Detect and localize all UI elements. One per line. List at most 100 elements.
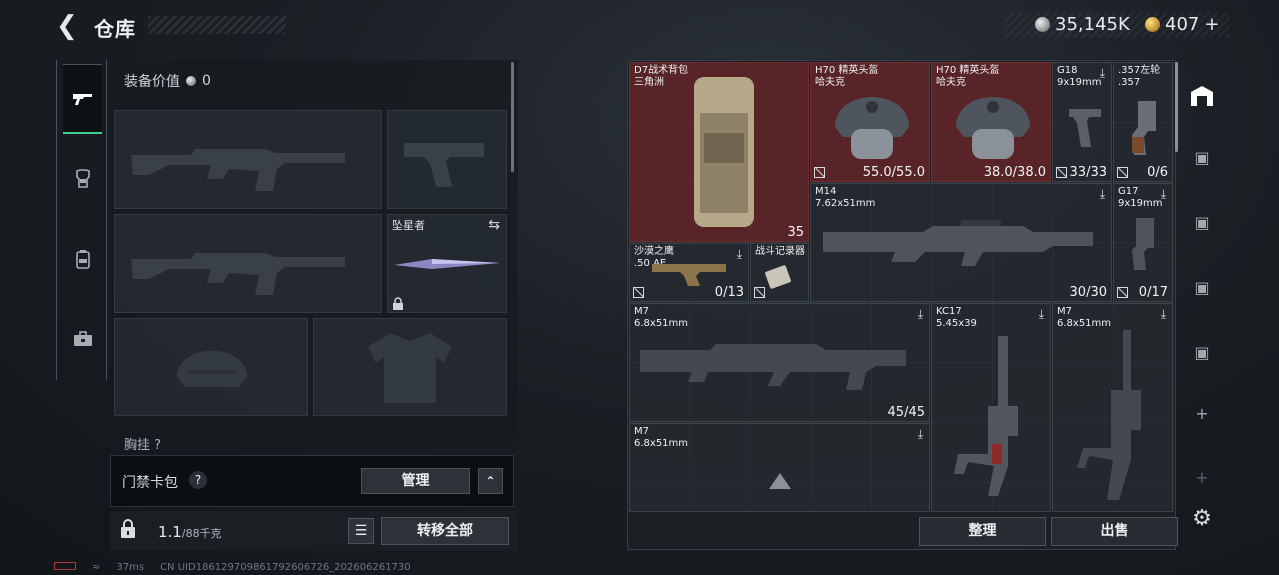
ammo-icon xyxy=(1117,167,1128,178)
pistol-icon xyxy=(652,264,726,286)
sidearm-slot[interactable] xyxy=(387,110,507,209)
pistol-silhouette-icon xyxy=(404,143,484,187)
stash-box-icon: ▣ xyxy=(1194,278,1210,297)
add-stash-button[interactable]: + xyxy=(1184,396,1220,432)
equipment-value-label: 装备价值 xyxy=(124,74,180,90)
armor-icon xyxy=(75,169,90,188)
stash-item-m14[interactable]: M14 7.62x51mm ⤓ 30/30 xyxy=(810,183,1112,302)
silver-amount: 35,145K xyxy=(1055,14,1130,35)
silver-coin-icon xyxy=(1035,17,1050,32)
chevron-left-icon: ❮ xyxy=(56,11,78,41)
help-icon[interactable]: ? xyxy=(189,471,207,489)
loading-icon xyxy=(769,473,791,489)
list-view-button[interactable]: ☰ xyxy=(348,518,374,544)
melee-slot[interactable]: 坠星者 ⇆ xyxy=(387,214,507,313)
armor-slot[interactable] xyxy=(313,318,507,416)
stash-item-g18[interactable]: G18 9x19mm ⤓ 33/33 xyxy=(1052,62,1112,182)
stash-item-revolver[interactable]: .357左轮 .357 0/6 xyxy=(1113,62,1173,182)
recorder-icon xyxy=(765,265,791,289)
stash-item-m7[interactable]: M7 6.8x51mm ⤓ xyxy=(1052,303,1173,512)
stash-box-icon: ▣ xyxy=(1194,343,1210,362)
primary-weapon-slot[interactable] xyxy=(114,110,382,209)
stash-item-m7[interactable]: M7 6.8x51mm ⤓ 45/45 xyxy=(629,303,930,422)
stash-tab-all[interactable] xyxy=(1184,78,1220,114)
manage-button[interactable]: 管理 xyxy=(361,468,470,494)
stash-item-g17[interactable]: G17 9x19mm ⤓ 0/17 xyxy=(1113,183,1173,302)
swap-icon[interactable]: ⇆ xyxy=(488,217,500,233)
chevron-up-icon: ⌃ xyxy=(485,474,496,488)
stash-item-kc17[interactable]: KC17 5.45x39 ⤓ xyxy=(931,303,1051,512)
rifle-vertical-icon xyxy=(1077,330,1141,500)
stash-tab-3[interactable]: ▣ xyxy=(1184,270,1220,306)
item-durability: 55.0/55.0 xyxy=(862,165,925,180)
stash-item-helmet[interactable]: H70 精英头盔 哈夫克 55.0/55.0 xyxy=(810,62,930,182)
stash-tab-2[interactable]: ▣ xyxy=(1184,205,1220,241)
stash-item-combat-recorder[interactable]: 战斗记录器 xyxy=(750,243,809,302)
item-name: M7 6.8x51mm xyxy=(634,306,689,329)
wifi-icon: ≈ xyxy=(92,562,101,573)
weight-current: 1.1 xyxy=(158,523,182,541)
warehouse-icon xyxy=(1191,86,1213,106)
settings-button[interactable]: ⚙ xyxy=(1184,501,1220,537)
sell-button[interactable]: 出售 xyxy=(1051,517,1178,546)
back-button[interactable]: ❮ xyxy=(56,12,84,40)
weight-capacity: 1.1/88千克 xyxy=(158,523,222,541)
helmet-icon xyxy=(956,97,1030,159)
equipment-scrollbar[interactable] xyxy=(511,62,514,172)
backpack-icon xyxy=(75,250,90,269)
stash-item-backpack[interactable]: D7战术背包 三角洲 35 xyxy=(629,62,809,242)
add-gold-icon[interactable]: + xyxy=(1204,14,1219,35)
ammo-icon xyxy=(633,287,644,298)
download-icon[interactable]: ⤓ xyxy=(1039,307,1044,322)
stash-tab-4[interactable]: ▣ xyxy=(1184,335,1220,371)
ammo-icon xyxy=(1056,167,1067,178)
page-title: 仓库 xyxy=(94,17,136,41)
item-name: D7战术背包 三角洲 xyxy=(634,65,689,88)
item-quantity: 35 xyxy=(787,225,804,240)
rifle-icon xyxy=(640,344,906,390)
download-icon[interactable]: ⤓ xyxy=(1100,66,1105,81)
briefcase-icon xyxy=(73,331,92,346)
download-icon[interactable]: ⤓ xyxy=(918,427,923,442)
category-rail xyxy=(56,60,107,380)
item-name: G17 9x19mm xyxy=(1118,186,1163,209)
stash-scrollbar[interactable] xyxy=(1175,62,1178,152)
gold-currency[interactable]: 407 + xyxy=(1145,14,1219,35)
sort-button[interactable]: 整理 xyxy=(919,517,1046,546)
transfer-all-button[interactable]: 转移全部 xyxy=(381,517,509,545)
item-ammo: 0/17 xyxy=(1138,285,1168,300)
ping: 37ms xyxy=(116,562,145,573)
item-name: M14 7.62x51mm xyxy=(815,186,876,209)
revolver-icon xyxy=(1132,101,1156,155)
plus-icon: + xyxy=(1195,468,1209,487)
download-icon[interactable]: ⤓ xyxy=(737,247,742,262)
gold-coin-icon xyxy=(1145,17,1160,32)
item-ammo: 0/6 xyxy=(1147,165,1168,180)
title-decoration xyxy=(148,16,286,34)
stash-item-helmet[interactable]: H70 精英头盔 哈夫克 38.0/38.0 xyxy=(931,62,1051,182)
knife-icon xyxy=(394,259,500,269)
download-icon[interactable]: ⤓ xyxy=(1161,187,1166,202)
keycard-label: 门禁卡包 xyxy=(122,475,178,491)
stash-tab-1[interactable]: ▣ xyxy=(1184,140,1220,176)
rail-item-case[interactable] xyxy=(63,304,102,374)
item-durability: 38.0/38.0 xyxy=(983,165,1046,180)
download-icon[interactable]: ⤓ xyxy=(918,307,923,322)
secondary-weapon-slot[interactable] xyxy=(114,214,382,313)
rail-item-weapons[interactable] xyxy=(63,64,102,134)
stash-item-desert-eagle[interactable]: 沙漠之鹰 .50 AE ⤓ 0/13 xyxy=(629,243,749,302)
helmet-icon xyxy=(835,97,909,159)
helmet-slot[interactable] xyxy=(114,318,308,416)
rail-item-armor[interactable] xyxy=(63,144,102,214)
plus-icon: + xyxy=(1195,404,1209,423)
backpack-icon xyxy=(694,77,754,227)
rail-item-backpack[interactable] xyxy=(63,224,102,294)
rifle-icon xyxy=(823,220,1093,266)
stash-tab-rail: ▣ ▣ ▣ ▣ + + ⚙ xyxy=(1180,60,1222,550)
expand-button[interactable]: ⌃ xyxy=(478,468,503,494)
download-icon[interactable]: ⤓ xyxy=(1100,187,1105,202)
download-icon[interactable]: ⤓ xyxy=(1161,307,1166,322)
stash-item-m7[interactable]: M7 6.8x51mm ⤓ xyxy=(629,423,930,512)
item-name: KC17 5.45x39 xyxy=(936,306,977,329)
status-footer: ≈ 37ms CN UID1861297098617926067​26_2026… xyxy=(54,562,411,573)
